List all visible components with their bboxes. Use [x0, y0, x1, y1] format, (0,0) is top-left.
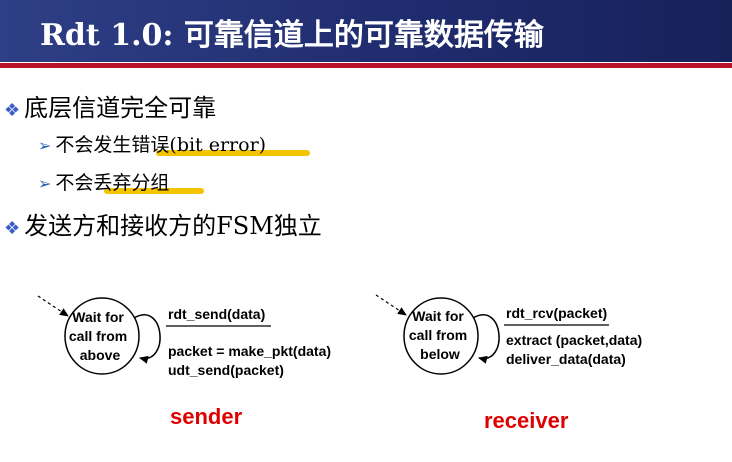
- receiver-caption: receiver: [484, 408, 569, 433]
- sender-fsm: Wait for call from above rdt_send(data) …: [37, 295, 331, 378]
- receiver-fsm: Wait for call from below rdt_rcv(packet)…: [375, 294, 642, 375]
- sender-action-1: packet = make_pkt(data): [168, 343, 331, 359]
- receiver-state-line-1: Wait for: [412, 308, 464, 324]
- sender-event: rdt_send(data): [168, 306, 265, 322]
- receiver-action-2: deliver_data(data): [506, 351, 626, 367]
- receiver-event: rdt_rcv(packet): [506, 305, 607, 321]
- receiver-action-1: extract (packet,data): [506, 332, 642, 348]
- sender-caption: sender: [170, 404, 243, 429]
- fsm-diagrams: Wait for call from above rdt_send(data) …: [37, 294, 642, 378]
- receiver-state-line-3: below: [420, 346, 460, 362]
- sender-state-line-1: Wait for: [72, 309, 124, 325]
- receiver-initial-arrow: [375, 294, 407, 316]
- sender-state-line-2: call from: [69, 328, 127, 344]
- sender-action-2: udt_send(packet): [168, 362, 284, 378]
- receiver-state-line-2: call from: [409, 327, 467, 343]
- sender-state-line-3: above: [80, 347, 121, 363]
- sender-initial-arrow: [37, 295, 69, 317]
